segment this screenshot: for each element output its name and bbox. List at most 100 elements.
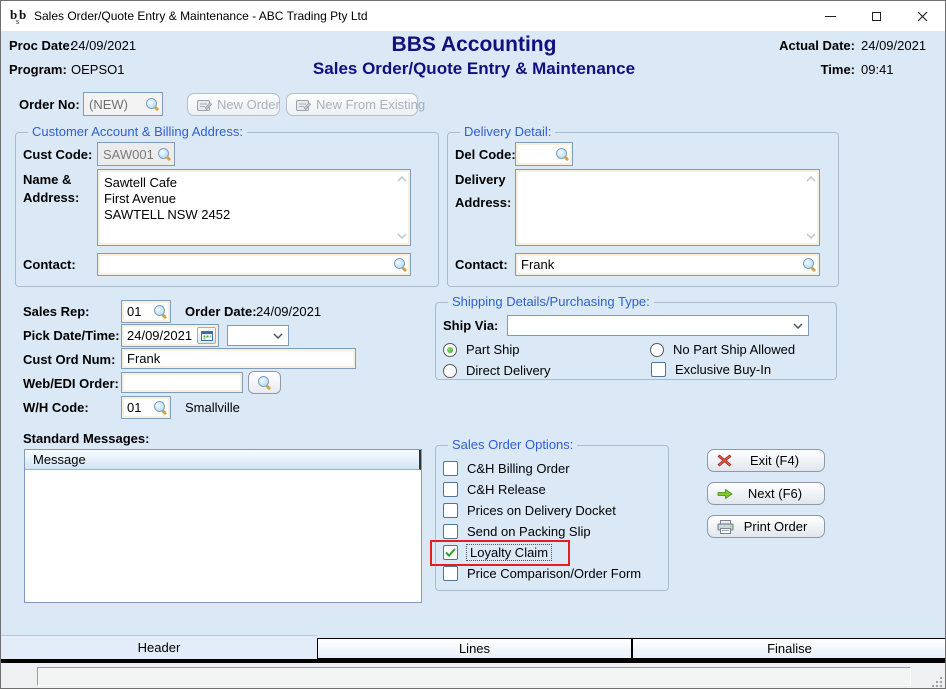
delivery-address-textarea[interactable]	[519, 173, 802, 242]
cust-code-input[interactable]	[98, 145, 158, 164]
web-edi-field-wrap	[121, 372, 243, 393]
order-lookup-icon[interactable]	[146, 98, 159, 111]
new-from-existing-button[interactable]: New From Existing	[286, 93, 418, 116]
tab-finalise[interactable]: Finalise	[632, 638, 946, 659]
send-on-packing-slip-label: Send on Packing Slip	[467, 524, 591, 539]
name-address-textarea[interactable]: Sawtell Cafe First Avenue SAWTELL NSW 24…	[101, 173, 393, 242]
sales-order-options-title: Sales Order Options:	[448, 437, 577, 452]
print-order-button[interactable]: Print Order	[707, 515, 825, 538]
del-code-input[interactable]	[516, 145, 556, 164]
tab-lines-label: Lines	[459, 641, 490, 656]
checkbox-prices-on-delivery-docket[interactable]: Prices on Delivery Docket	[443, 503, 616, 518]
printer-icon	[717, 520, 734, 534]
cust-ord-num-field-wrap	[121, 348, 356, 369]
close-icon	[917, 11, 928, 22]
wh-code-field-wrap	[121, 396, 171, 419]
del-code-field-wrap	[515, 142, 573, 166]
ch-billing-order-label: C&H Billing Order	[467, 461, 570, 476]
sales-rep-input[interactable]	[122, 302, 154, 321]
calendar-button[interactable]	[197, 327, 216, 344]
wh-code-lookup-icon[interactable]	[154, 401, 167, 414]
checkbox-icon	[443, 524, 458, 539]
maximize-icon	[872, 12, 881, 21]
checkbox-icon	[443, 482, 458, 497]
delivery-address-label-2: Address:	[455, 195, 511, 210]
scroll-down-icon[interactable]	[806, 233, 816, 239]
delivery-contact-label: Contact:	[455, 257, 508, 272]
radio-part-ship[interactable]: Part Ship	[443, 342, 519, 357]
checkbox-icon	[443, 461, 458, 476]
billing-contact-field-wrap	[97, 253, 411, 276]
svg-text:b: b	[19, 7, 26, 22]
cust-ord-num-input[interactable]	[122, 349, 355, 368]
new-order-icon	[197, 99, 212, 111]
customer-group-title: Customer Account & Billing Address:	[28, 124, 247, 139]
wh-code-input[interactable]	[122, 398, 154, 417]
radio-direct-delivery[interactable]: Direct Delivery	[443, 363, 551, 378]
prices-on-delivery-docket-label: Prices on Delivery Docket	[467, 503, 616, 518]
new-from-existing-icon	[296, 99, 311, 111]
scroll-up-icon[interactable]	[806, 176, 816, 182]
new-order-button[interactable]: New Order	[187, 93, 280, 116]
sales-rep-label: Sales Rep:	[23, 304, 89, 319]
calendar-icon	[201, 330, 213, 341]
checkbox-exclusive-buy-in[interactable]: Exclusive Buy-In	[651, 362, 771, 377]
close-button[interactable]	[899, 1, 945, 31]
ship-via-select[interactable]	[507, 315, 809, 336]
order-no-input[interactable]	[84, 95, 146, 114]
tab-header[interactable]: Header	[1, 635, 317, 659]
sales-rep-field-wrap	[121, 300, 171, 323]
scroll-down-icon[interactable]	[397, 233, 407, 239]
wh-name-value: Smallville	[185, 400, 240, 415]
radio-no-part-ship-label: No Part Ship Allowed	[673, 342, 795, 357]
radio-icon	[443, 364, 457, 378]
del-code-lookup-icon[interactable]	[556, 148, 569, 161]
billing-contact-lookup-icon[interactable]	[394, 258, 407, 271]
loyalty-claim-highlight	[430, 540, 570, 566]
name-address-label-1: Name &	[23, 172, 71, 187]
checkbox-ch-release[interactable]: C&H Release	[443, 482, 546, 497]
delivery-group-title: Delivery Detail:	[460, 124, 555, 139]
next-button[interactable]: Next (F6)	[707, 482, 825, 505]
scroll-up-icon[interactable]	[397, 176, 407, 182]
pick-date-input[interactable]	[122, 326, 197, 345]
billing-contact-input[interactable]	[98, 255, 394, 274]
delivery-contact-lookup-icon[interactable]	[803, 258, 816, 271]
order-date-value: 24/09/2021	[256, 304, 321, 319]
delivery-contact-input[interactable]	[516, 255, 803, 274]
pick-time-select[interactable]	[227, 325, 289, 346]
name-address-area-wrap: Sawtell Cafe First Avenue SAWTELL NSW 24…	[97, 169, 411, 246]
message-column-header[interactable]: Message	[25, 450, 421, 470]
checkbox-icon	[651, 362, 666, 377]
radio-icon	[650, 343, 664, 357]
resize-grip-icon[interactable]	[930, 675, 943, 688]
order-no-field-wrap	[83, 92, 163, 116]
web-edi-input[interactable]	[122, 373, 242, 392]
order-no-label: Order No:	[19, 97, 80, 112]
checkbox-send-on-packing-slip[interactable]: Send on Packing Slip	[443, 524, 591, 539]
time-value: 09:41	[861, 62, 894, 77]
chevron-down-icon	[793, 323, 803, 329]
web-edi-lookup-button[interactable]	[248, 371, 281, 394]
standard-messages-list[interactable]: Message	[24, 449, 422, 603]
actual-date-label: Actual Date:	[771, 38, 855, 53]
checkbox-icon	[443, 566, 458, 581]
message-column-header-label: Message	[33, 452, 86, 467]
cust-code-label: Cust Code:	[23, 147, 92, 162]
minimize-button[interactable]	[807, 1, 853, 31]
app-logo-icon: b s b	[9, 6, 29, 26]
delivery-address-area-wrap	[515, 169, 820, 246]
tab-lines[interactable]: Lines	[317, 638, 632, 659]
radio-direct-delivery-label: Direct Delivery	[466, 363, 551, 378]
checkbox-price-comparison[interactable]: Price Comparison/Order Form	[443, 566, 641, 581]
radio-no-part-ship[interactable]: No Part Ship Allowed	[650, 342, 795, 357]
web-edi-label: Web/EDI Order:	[23, 376, 119, 391]
web-edi-lookup-icon	[258, 376, 271, 389]
checkbox-ch-billing-order[interactable]: C&H Billing Order	[443, 461, 570, 476]
cust-code-lookup-icon[interactable]	[158, 148, 171, 161]
exit-button[interactable]: Exit (F4)	[707, 449, 825, 472]
app-window: b s b Sales Order/Quote Entry & Maintena…	[0, 0, 946, 689]
maximize-button[interactable]	[853, 1, 899, 31]
standard-messages-label: Standard Messages:	[23, 431, 149, 446]
sales-rep-lookup-icon[interactable]	[154, 305, 167, 318]
